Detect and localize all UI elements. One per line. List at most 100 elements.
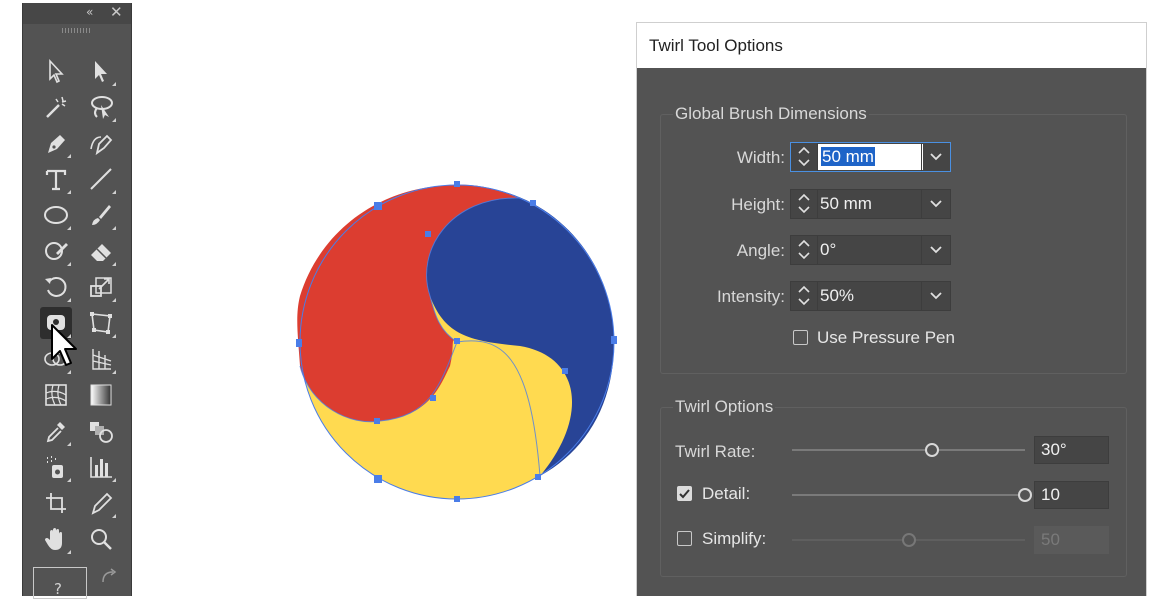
- hand-icon: [45, 528, 62, 550]
- direct-selection-tool[interactable]: [85, 55, 117, 87]
- detail-checkbox[interactable]: [677, 486, 692, 501]
- mesh-icon: [45, 384, 67, 406]
- intensity-field[interactable]: 50%: [790, 281, 951, 311]
- height-input[interactable]: 50 mm: [820, 190, 872, 218]
- arrow-outline-icon: [49, 58, 64, 84]
- line-tool[interactable]: [85, 163, 117, 195]
- twirl-rate-input[interactable]: 30°: [1034, 436, 1109, 464]
- artboard-icon: [46, 493, 66, 513]
- chevron-up-icon[interactable]: [797, 238, 811, 248]
- zoom-icon: [91, 529, 112, 550]
- eraser-icon: [91, 244, 111, 261]
- intensity-label: Intensity:: [716, 287, 785, 306]
- intensity-stepper[interactable]: [791, 282, 818, 310]
- chevron-down-icon: [930, 246, 942, 254]
- symbol-sprayer-icon: [47, 456, 63, 478]
- pen-tool[interactable]: [40, 127, 72, 159]
- free-transform-icon: [90, 312, 112, 334]
- twirl-rate-slider-track[interactable]: [792, 449, 1025, 451]
- rotate-tool[interactable]: [40, 271, 72, 303]
- angle-field[interactable]: 0°: [790, 235, 951, 265]
- chevron-up-icon[interactable]: [797, 145, 811, 155]
- angle-stepper[interactable]: [791, 236, 818, 264]
- fill-stroke-swatch[interactable]: ?: [33, 567, 87, 599]
- curvature-pen-icon: [90, 134, 113, 156]
- fill-stroke-label: ?: [54, 580, 62, 598]
- angle-dropdown-button[interactable]: [921, 236, 950, 264]
- free-transform-tool[interactable]: [85, 307, 117, 339]
- column-graph-icon: [90, 457, 112, 478]
- magic-wand-tool[interactable]: [40, 91, 72, 123]
- angle-input[interactable]: 0°: [820, 236, 836, 264]
- paintbrush-tool[interactable]: [85, 199, 117, 231]
- scale-tool[interactable]: [85, 271, 117, 303]
- intensity-input[interactable]: 50%: [820, 282, 854, 310]
- tools-panel: « ✕ ?: [22, 3, 132, 599]
- swap-fill-stroke-icon[interactable]: [99, 568, 119, 586]
- twirl-rate-slider-knob[interactable]: [924, 443, 939, 457]
- intensity-dropdown-button[interactable]: [921, 282, 950, 310]
- checkmark-icon: [679, 489, 690, 499]
- chevron-down-icon[interactable]: [797, 251, 811, 261]
- width-stepper[interactable]: [791, 143, 818, 171]
- detail-label[interactable]: Detail:: [702, 484, 750, 504]
- panel-grip[interactable]: [62, 28, 92, 33]
- symbol-sprayer-tool[interactable]: [40, 451, 72, 483]
- dialog-titlebar[interactable]: Twirl Tool Options: [637, 23, 1146, 68]
- twirl-tool-options-dialog: Twirl Tool Options Global Brush Dimensio…: [636, 22, 1147, 596]
- width-label: Width:: [736, 148, 785, 167]
- gradient-icon: [90, 384, 112, 406]
- column-graph-tool[interactable]: [85, 451, 117, 483]
- eyedropper-tool[interactable]: [40, 415, 72, 447]
- height-label: Height:: [731, 195, 785, 214]
- line-icon: [90, 168, 112, 190]
- perspective-grid-tool[interactable]: [85, 343, 117, 375]
- width-dropdown-button[interactable]: [921, 143, 950, 171]
- height-stepper[interactable]: [791, 190, 818, 218]
- twirl-rate-label: Twirl Rate:: [675, 442, 756, 461]
- close-panel-icon[interactable]: ✕: [110, 3, 123, 21]
- type-tool[interactable]: [40, 163, 72, 195]
- mouse-cursor-icon: [51, 324, 77, 366]
- use-pressure-pen-checkbox[interactable]: [793, 330, 808, 345]
- twirl-artwork[interactable]: [290, 176, 630, 516]
- selection-tool[interactable]: [40, 55, 72, 87]
- ellipse-tool[interactable]: [40, 199, 72, 231]
- chevron-down-icon[interactable]: [797, 158, 811, 168]
- detail-input[interactable]: 10: [1034, 481, 1109, 509]
- artboard-tool[interactable]: [40, 487, 72, 519]
- lasso-tool[interactable]: [85, 91, 117, 123]
- slice-tool[interactable]: [85, 487, 117, 519]
- detail-slider-knob[interactable]: [1018, 488, 1032, 502]
- zoom-tool[interactable]: [85, 523, 117, 555]
- width-field[interactable]: 50 mm: [790, 142, 951, 172]
- detail-slider-track[interactable]: [792, 494, 1025, 496]
- chevron-up-icon[interactable]: [797, 284, 811, 294]
- hand-tool[interactable]: [40, 523, 72, 555]
- mesh-tool[interactable]: [40, 379, 72, 411]
- simplify-label[interactable]: Simplify:: [702, 529, 766, 549]
- chevron-down-icon[interactable]: [797, 205, 811, 215]
- magic-wand-icon: [46, 96, 67, 118]
- type-icon: [45, 169, 67, 191]
- chevron-down-icon[interactable]: [797, 297, 811, 307]
- twirl-options-title: Twirl Options: [673, 397, 776, 417]
- height-field[interactable]: 50 mm: [790, 189, 951, 219]
- collapse-panel-icon[interactable]: «: [86, 5, 93, 19]
- shaper-tool[interactable]: [40, 235, 72, 267]
- dialog-title: Twirl Tool Options: [649, 36, 783, 55]
- gradient-tool[interactable]: [85, 379, 117, 411]
- simplify-checkbox[interactable]: [677, 531, 692, 546]
- height-dropdown-button[interactable]: [921, 190, 950, 218]
- blend-tool[interactable]: [85, 415, 117, 447]
- angle-label: Angle:: [736, 241, 785, 260]
- slice-icon: [91, 492, 113, 515]
- lasso-icon: [91, 96, 113, 119]
- rotate-icon: [45, 277, 67, 297]
- use-pressure-pen-label[interactable]: Use Pressure Pen: [817, 328, 955, 348]
- curvature-tool[interactable]: [85, 127, 117, 159]
- eraser-tool[interactable]: [85, 235, 117, 267]
- chevron-up-icon[interactable]: [797, 192, 811, 202]
- pen-icon: [48, 135, 65, 153]
- width-input[interactable]: 50 mm: [821, 144, 875, 170]
